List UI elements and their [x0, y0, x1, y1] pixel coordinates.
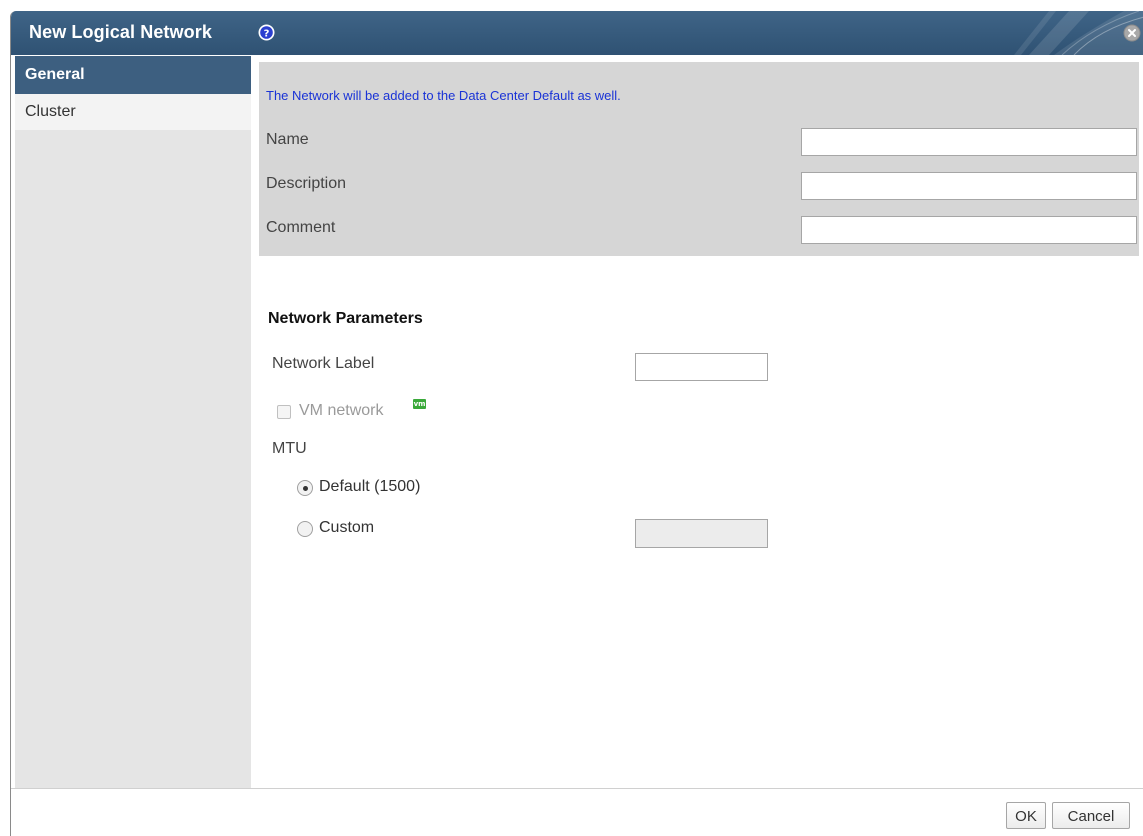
- sidebar-item-general[interactable]: General: [15, 56, 251, 94]
- cancel-button[interactable]: Cancel: [1052, 802, 1130, 829]
- close-circle-icon[interactable]: [1123, 24, 1141, 42]
- dialog-sidebar: General Cluster: [15, 56, 251, 788]
- general-fields-panel: The Network will be added to the Data Ce…: [259, 62, 1139, 256]
- mtu-default-label: Default (1500): [319, 478, 421, 495]
- comment-input[interactable]: [801, 216, 1137, 244]
- dialog-title: New Logical Network: [29, 22, 212, 42]
- network-parameters-heading: Network Parameters: [268, 310, 423, 327]
- vm-network-label: VM network: [299, 402, 384, 419]
- name-input[interactable]: [801, 128, 1137, 156]
- mtu-label: MTU: [272, 440, 307, 457]
- new-logical-network-dialog: New Logical Network ? General Cluster Th…: [10, 11, 1143, 836]
- dialog-title-bar[interactable]: New Logical Network ?: [11, 11, 1143, 55]
- mtu-default-radio[interactable]: [297, 480, 313, 496]
- title-bar-decoration: [1014, 11, 1143, 55]
- network-label-label: Network Label: [272, 355, 375, 372]
- mtu-custom-radio[interactable]: [297, 521, 313, 537]
- help-circle-icon[interactable]: ?: [258, 24, 275, 41]
- network-label-input[interactable]: [635, 353, 768, 381]
- mtu-custom-input[interactable]: [635, 519, 768, 548]
- name-label: Name: [266, 131, 309, 148]
- comment-label: Comment: [266, 219, 336, 236]
- vm-badge-icon: vm: [413, 399, 426, 409]
- general-tab-content: The Network will be added to the Data Ce…: [259, 56, 1139, 788]
- description-label: Description: [266, 175, 347, 192]
- description-input[interactable]: [801, 172, 1137, 200]
- ok-button[interactable]: OK: [1006, 802, 1046, 829]
- footer-divider: [11, 788, 1143, 789]
- sidebar-item-cluster[interactable]: Cluster: [15, 94, 251, 130]
- svg-text:?: ?: [264, 29, 270, 40]
- vm-network-checkbox[interactable]: [277, 405, 291, 419]
- data-center-notice: The Network will be added to the Data Ce…: [266, 88, 621, 103]
- mtu-custom-label: Custom: [319, 519, 375, 536]
